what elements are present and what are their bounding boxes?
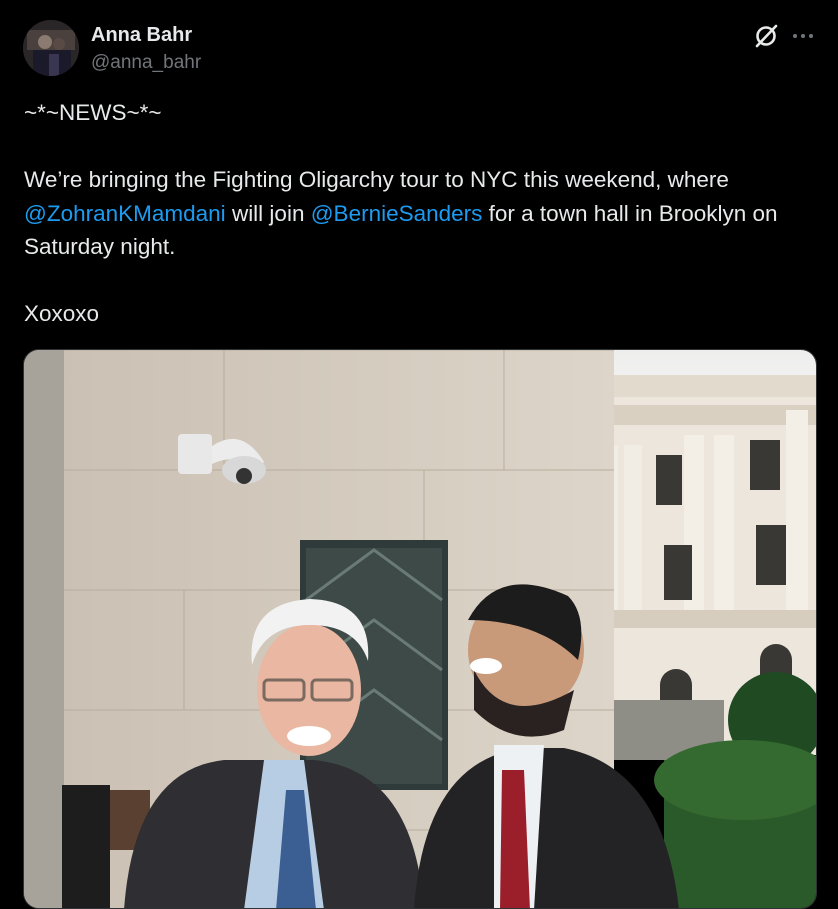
author-name[interactable]: Anna Bahr	[91, 22, 192, 48]
announcement-text-mid: will join	[225, 200, 311, 226]
news-line: ~*~NEWS~*~	[24, 100, 162, 125]
mention-zohrankmamdani[interactable]: @ZohranKMamdani	[24, 201, 226, 226]
announcement-paragraph: We’re bringing the Fighting Oligarchy to…	[24, 163, 814, 264]
more-options-icon[interactable]	[790, 24, 816, 48]
tweet: Anna Bahr @anna_bahr ~*~NEWS~*~ We’re br…	[0, 0, 838, 909]
avatar-photo-icon	[23, 20, 79, 76]
mention-berniesanders[interactable]: @BernieSanders	[311, 201, 483, 226]
signoff: Xoxoxo	[24, 301, 100, 326]
announcement-text-start: We’re bringing the Fighting Oligarchy to…	[24, 167, 729, 192]
tweet-photo[interactable]	[23, 349, 817, 909]
grok-icon[interactable]	[752, 22, 780, 50]
author-avatar[interactable]	[23, 20, 79, 76]
photo-scene	[24, 350, 816, 908]
tweet-text: ~*~NEWS~*~ We’re bringing the Fighting O…	[24, 96, 814, 331]
author-handle[interactable]: @anna_bahr	[91, 50, 201, 76]
